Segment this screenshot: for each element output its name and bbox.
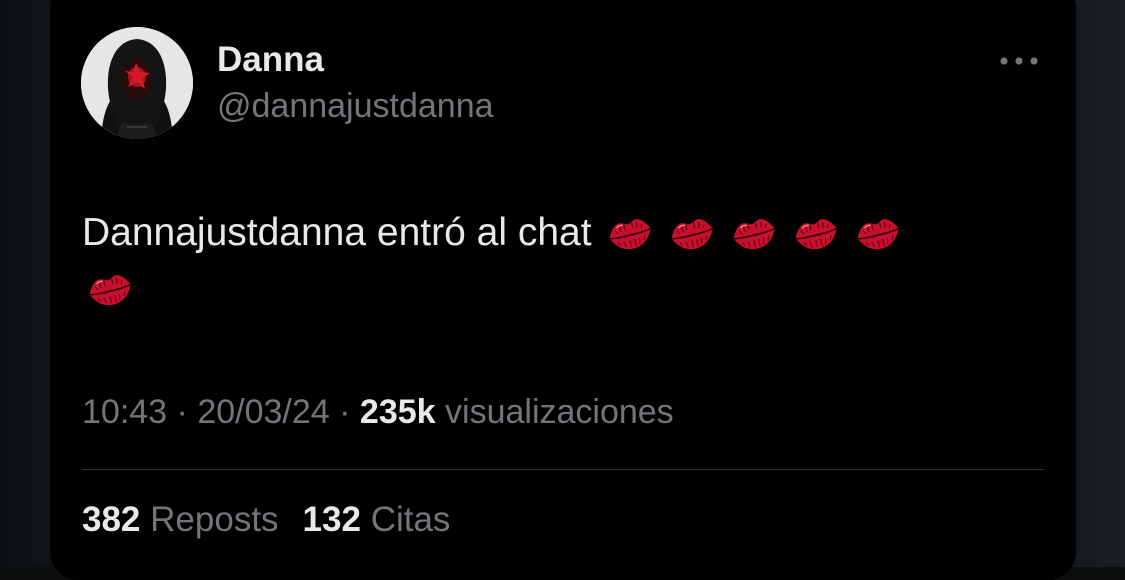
reposts-stat[interactable]: 382 Reposts <box>82 500 279 539</box>
post-body: Dannajustdanna entró al chat <box>82 205 1012 317</box>
kiss-mark-icon <box>609 219 651 250</box>
reposts-label: Reposts <box>150 500 279 539</box>
quotes-stat[interactable]: 132 Citas <box>303 500 451 539</box>
author-handle[interactable]: @dannajustdanna <box>217 87 494 126</box>
author-avatar[interactable] <box>81 27 193 139</box>
kiss-mark-icon <box>671 219 713 250</box>
post-stats: 382 Reposts 132 Citas <box>82 500 450 540</box>
kiss-mark-icon <box>733 219 775 250</box>
post-time[interactable]: 10:43 <box>82 393 167 431</box>
meta-separator: · <box>176 393 188 431</box>
ellipsis-icon <box>1000 57 1038 65</box>
divider <box>82 469 1044 470</box>
views-label: visualizaciones <box>445 393 674 431</box>
post-date[interactable]: 20/03/24 <box>197 393 329 431</box>
quotes-count: 132 <box>302 500 361 539</box>
views-count: 235k <box>359 393 436 431</box>
kiss-mark-icon <box>89 275 131 306</box>
author-display-name[interactable]: Danna <box>217 40 324 80</box>
meta-separator: · <box>339 393 351 431</box>
kiss-mark-icon <box>795 219 837 250</box>
reposts-count: 382 <box>82 500 141 539</box>
more-options-button[interactable] <box>994 44 1044 78</box>
profile-photo-icon <box>81 27 193 139</box>
post-meta: 10:43 · 20/03/24 · 235k visualizaciones <box>82 393 674 432</box>
quotes-label: Citas <box>370 500 451 539</box>
post-text: Dannajustdanna entró al chat <box>82 211 592 254</box>
kiss-mark-icon <box>857 219 899 250</box>
